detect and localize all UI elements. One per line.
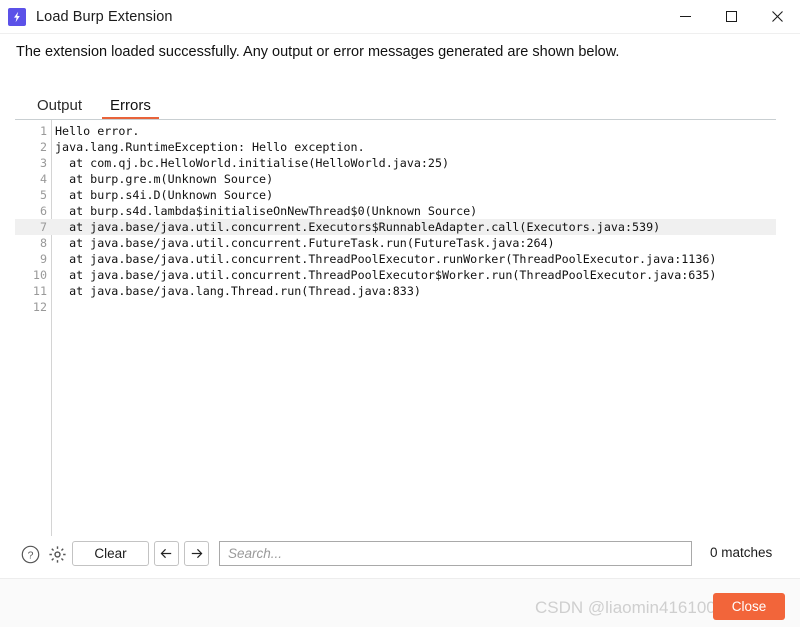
- line-number: 6: [39, 204, 47, 218]
- title-separator: [0, 33, 800, 34]
- line-text: Hello error.: [55, 124, 140, 138]
- tab-output[interactable]: Output: [23, 97, 96, 120]
- line-text: at java.base/java.lang.Thread.run(Thread…: [55, 284, 421, 298]
- line-text: java.lang.RuntimeException: Hello except…: [55, 140, 365, 154]
- line-text: at burp.s4d.lambda$initialiseOnNewThread…: [55, 204, 478, 218]
- minimize-icon[interactable]: [662, 0, 708, 33]
- code-line[interactable]: 6 at burp.s4d.lambda$initialiseOnNewThre…: [15, 203, 776, 219]
- errors-text-panel[interactable]: 1 Hello error. 2 java.lang.RuntimeException…: [15, 119, 776, 536]
- line-text: at burp.gre.m(Unknown Source): [55, 172, 274, 186]
- line-text: at com.qj.bc.HelloWorld.initialise(Hello…: [55, 156, 450, 170]
- code-line[interactable]: 3 at com.qj.bc.HelloWorld.initialise(Hel…: [15, 155, 776, 171]
- title-bar: Load Burp Extension: [0, 0, 800, 33]
- code-line[interactable]: 11 at java.base/java.lang.Thread.run(Thr…: [15, 283, 776, 299]
- line-number: 7: [39, 220, 47, 234]
- close-icon[interactable]: [754, 0, 800, 33]
- tab-errors[interactable]: Errors: [96, 97, 165, 120]
- maximize-icon[interactable]: [708, 0, 754, 33]
- search-input[interactable]: [220, 546, 691, 561]
- code-rows: 1 Hello error. 2 java.lang.RuntimeException…: [15, 123, 776, 315]
- footer-bar: [0, 578, 800, 627]
- code-line[interactable]: 7 at java.base/java.util.concurrent.Exec…: [15, 219, 776, 235]
- line-number: 10: [32, 268, 47, 282]
- line-text: at java.base/java.util.concurrent.Execut…: [55, 220, 661, 234]
- code-line[interactable]: 1 Hello error.: [15, 123, 776, 139]
- line-text: at java.base/java.util.concurrent.Thread…: [55, 268, 717, 282]
- line-number: 1: [39, 124, 47, 138]
- line-number: 2: [39, 140, 47, 154]
- line-text: at java.base/java.util.concurrent.Thread…: [55, 252, 717, 266]
- code-line[interactable]: 5 at burp.s4i.D(Unknown Source): [15, 187, 776, 203]
- window-title: Load Burp Extension: [36, 8, 173, 25]
- gear-icon[interactable]: [46, 543, 68, 565]
- load-burp-extension-window: Load Burp Extension The extension loaded…: [0, 0, 800, 627]
- line-number: 3: [39, 156, 47, 170]
- line-number: 8: [39, 236, 47, 250]
- clear-button[interactable]: Clear: [72, 541, 149, 566]
- code-line[interactable]: 10 at java.base/java.util.concurrent.Thr…: [15, 267, 776, 283]
- line-text: at burp.s4i.D(Unknown Source): [55, 188, 274, 202]
- question-mark-icon[interactable]: ?: [19, 543, 41, 565]
- arrow-left-icon[interactable]: [154, 541, 179, 566]
- line-number: 4: [39, 172, 47, 186]
- code-line[interactable]: 8 at java.base/java.util.concurrent.Futu…: [15, 235, 776, 251]
- close-button[interactable]: Close: [713, 593, 785, 620]
- lightning-bolt-icon: [8, 7, 26, 26]
- search-box[interactable]: [219, 541, 692, 566]
- match-count-label: 0 matches: [710, 545, 773, 560]
- window-controls: [662, 0, 800, 33]
- line-number: 12: [32, 300, 47, 314]
- code-line[interactable]: 2 java.lang.RuntimeException: Hello excep…: [15, 139, 776, 155]
- line-number: 5: [39, 188, 47, 202]
- svg-text:?: ?: [27, 549, 33, 561]
- subtitle-text: The extension loaded successfully. Any o…: [16, 44, 620, 60]
- line-number: 9: [39, 252, 47, 266]
- tab-bar: Output Errors: [23, 93, 165, 120]
- code-line[interactable]: 12: [15, 299, 776, 315]
- line-number: 11: [32, 284, 47, 298]
- arrow-right-icon[interactable]: [184, 541, 209, 566]
- code-line[interactable]: 9 at java.base/java.util.concurrent.Thre…: [15, 251, 776, 267]
- line-text: at java.base/java.util.concurrent.Future…: [55, 236, 555, 250]
- code-line[interactable]: 4 at burp.gre.m(Unknown Source): [15, 171, 776, 187]
